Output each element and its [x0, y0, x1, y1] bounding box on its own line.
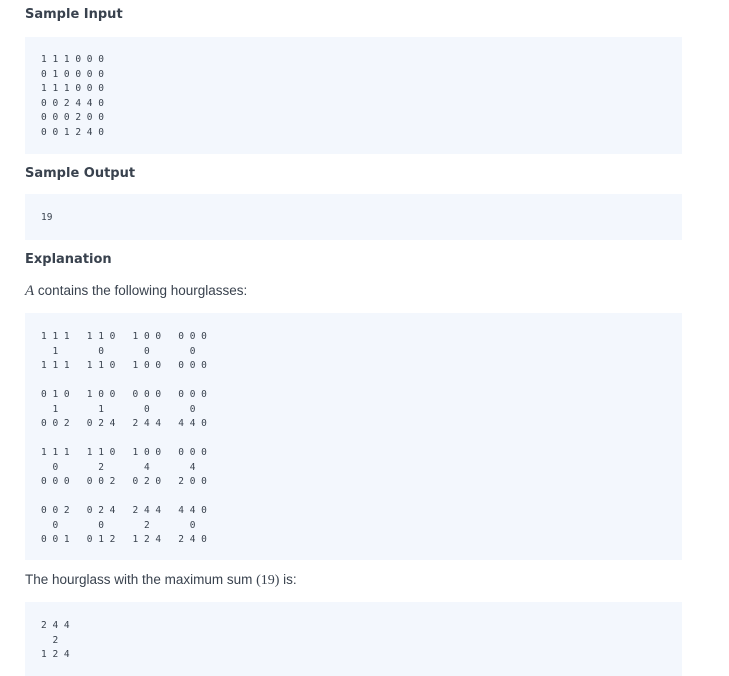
max-text-after: is:: [279, 572, 297, 587]
hourglasses-codebox: 1 1 1 1 1 0 1 0 0 0 0 0 1 0 0 0 1 1 1 1 …: [25, 313, 682, 560]
max-hourglass-code: 2 4 4 2 1 2 4: [41, 620, 70, 660]
intro-text: contains the following hourglasses:: [34, 283, 248, 298]
max-text-before: The hourglass with the maximum sum: [25, 572, 257, 587]
sample-input-codebox: 1 1 1 0 0 0 0 1 0 0 0 0 1 1 1 0 0 0 0 0 …: [25, 37, 682, 154]
max-value: (19): [256, 573, 280, 588]
matrix-variable: A: [25, 283, 35, 299]
max-sum-sentence: The hourglass with the maximum sum (19) …: [25, 572, 297, 589]
sample-output-heading: Sample Output: [25, 166, 136, 181]
max-hourglass-codebox: 2 4 4 2 1 2 4: [25, 602, 682, 676]
explanation-heading: Explanation: [25, 252, 112, 267]
sample-input-code: 1 1 1 0 0 0 0 1 0 0 0 0 1 1 1 0 0 0 0 0 …: [41, 54, 104, 138]
sample-output-codebox: 19: [25, 194, 682, 240]
sample-input-heading: Sample Input: [25, 7, 123, 22]
hourglasses-code: 1 1 1 1 1 0 1 0 0 0 0 0 1 0 0 0 1 1 1 1 …: [41, 331, 207, 545]
sample-output-code: 19: [41, 212, 53, 223]
explanation-intro: A contains the following hourglasses:: [25, 283, 247, 300]
